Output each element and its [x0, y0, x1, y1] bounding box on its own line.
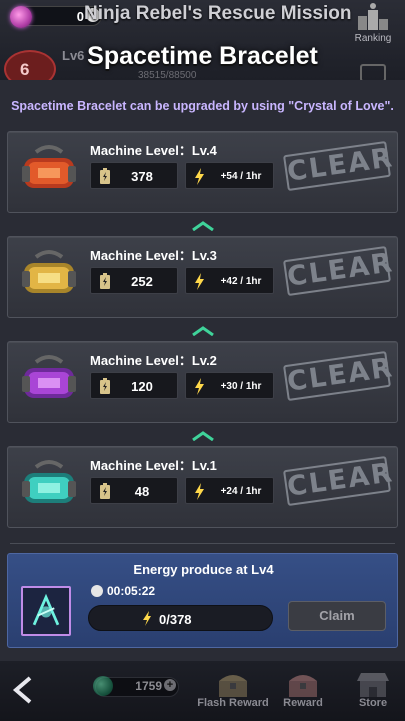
lightning-icon	[195, 378, 204, 395]
rate-value: +30 / 1hr	[220, 381, 262, 392]
battery-icon	[100, 483, 110, 499]
rate-value: +42 / 1hr	[220, 276, 262, 287]
gem-icon	[10, 6, 32, 28]
capacity-value: 120	[131, 379, 153, 394]
lightning-icon	[143, 611, 151, 626]
capacity-box: 48	[90, 477, 178, 504]
lightning-icon	[195, 168, 204, 185]
bracelet-red-icon	[22, 145, 76, 188]
lightning-icon	[195, 483, 204, 500]
energy-timer: 00:05:22	[107, 584, 156, 598]
machine-card-lv4[interactable]: Machine Level：Lv.4 378 +54 / 1hr CLEAR	[7, 131, 398, 213]
bracelet-gold-icon	[22, 250, 76, 293]
nav-label-reward[interactable]: Reward	[263, 697, 343, 709]
crystal-thumbnail-icon	[21, 586, 71, 636]
clock-icon	[91, 585, 103, 597]
machine-card-lv1[interactable]: Machine Level：Lv.1 48 +24 / 1hr CLEAR	[7, 446, 398, 528]
coin-count: 1759	[135, 679, 162, 693]
nav-label-flash-reward[interactable]: Flash Reward	[193, 697, 273, 709]
capacity-value: 252	[131, 274, 153, 289]
rate-value: +24 / 1hr	[220, 486, 262, 497]
clear-stamp: CLEAR	[283, 455, 396, 507]
add-coins-button[interactable]: +	[164, 679, 176, 691]
rate-box: +54 / 1hr	[185, 162, 274, 189]
battery-icon	[100, 273, 110, 289]
energy-panel: Energy produce at Lv4 00:05:22 0/378 Cla…	[7, 553, 398, 648]
energy-progress-bar: 0/378	[88, 605, 273, 631]
battery-icon	[100, 168, 110, 184]
bracelet-teal-icon	[22, 460, 76, 503]
rate-value: +54 / 1hr	[220, 171, 262, 182]
rate-box: +42 / 1hr	[185, 267, 274, 294]
gem-count: 0	[76, 9, 84, 24]
back-arrow-icon[interactable]	[10, 675, 36, 705]
capacity-box: 252	[90, 267, 178, 294]
machine-level-label: Machine Level：Lv.4	[90, 143, 217, 158]
machine-card-lv3[interactable]: Machine Level：Lv.3 252 +42 / 1hr CLEAR	[7, 236, 398, 318]
energy-title: Energy produce at Lv4	[133, 562, 274, 577]
energy-progress-text: 0/378	[159, 612, 192, 627]
claim-button[interactable]: Claim	[288, 601, 386, 631]
rate-box: +24 / 1hr	[185, 477, 274, 504]
capacity-box: 378	[90, 162, 178, 189]
clear-stamp: CLEAR	[283, 140, 396, 192]
machine-level-label: Machine Level：Lv.1	[90, 458, 217, 473]
capacity-box: 120	[90, 372, 178, 399]
rate-box: +30 / 1hr	[185, 372, 274, 399]
machine-card-lv2[interactable]: Machine Level：Lv.2 120 +30 / 1hr CLEAR	[7, 341, 398, 423]
divider	[10, 543, 395, 544]
nav-label-store[interactable]: Store	[333, 697, 405, 709]
chevron-up-icon	[192, 326, 214, 336]
clear-stamp: CLEAR	[283, 245, 396, 297]
machine-level-label: Machine Level：Lv.3	[90, 248, 217, 263]
lightning-icon	[195, 273, 204, 290]
chevron-up-icon	[192, 431, 214, 441]
battery-icon	[100, 378, 110, 394]
capacity-value: 48	[134, 484, 150, 499]
coin-icon	[93, 676, 113, 696]
ranking-podium-icon[interactable]	[356, 2, 390, 32]
mission-title: Ninja Rebel's Rescue Mission	[84, 3, 352, 24]
bracelet-purple-icon	[22, 355, 76, 398]
capacity-value: 378	[131, 169, 153, 184]
panel-title: Spacetime Bracelet	[87, 42, 318, 70]
clear-stamp: CLEAR	[283, 350, 396, 402]
panel-subtitle: Spacetime Bracelet can be upgraded by us…	[11, 99, 394, 113]
machine-level-label: Machine Level：Lv.2	[90, 353, 217, 368]
chevron-up-icon	[192, 221, 214, 231]
bottom-bar: 1759 + Flash Reward Reward Store	[0, 661, 405, 721]
